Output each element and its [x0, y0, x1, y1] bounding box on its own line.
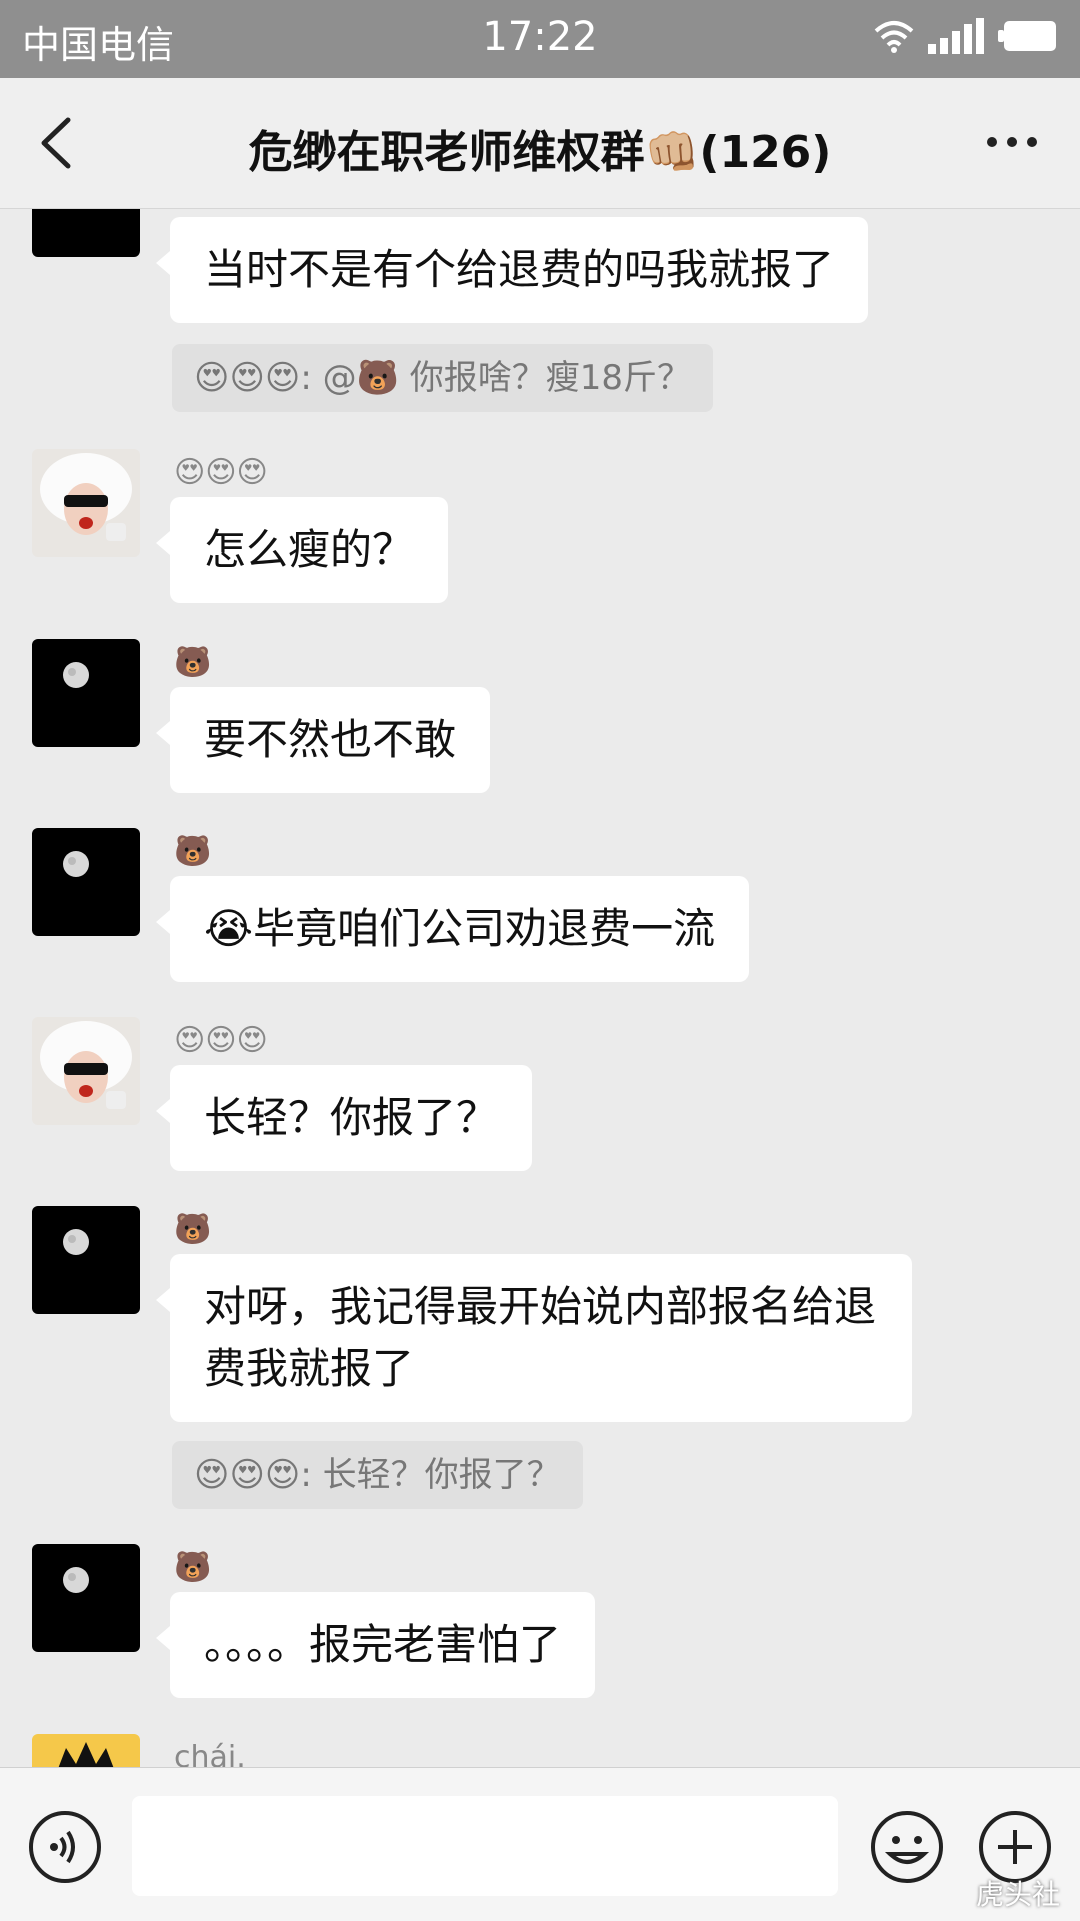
- girl-avatar[interactable]: [32, 449, 140, 557]
- message-input[interactable]: [132, 1796, 838, 1896]
- signal-icon: [928, 18, 984, 54]
- moon-avatar[interactable]: [32, 1544, 140, 1652]
- quoted-reply[interactable]: 😍😍😍: @🐻 你报啥？瘦18斤？: [172, 344, 714, 412]
- voice-icon[interactable]: [28, 1810, 102, 1884]
- quote-text: 长轻？你报了？: [322, 1455, 561, 1495]
- message-bubble[interactable]: 当时不是有个给退费的吗我就报了: [155, 217, 869, 323]
- status-icons: [874, 18, 1058, 54]
- cartoon-avatar[interactable]: [32, 1734, 140, 1767]
- moon-avatar[interactable]: [32, 639, 140, 747]
- watermark: 虎头社: [975, 1878, 1060, 1911]
- quote-separator: :: [300, 358, 323, 398]
- girl-avatar[interactable]: [32, 1017, 140, 1125]
- quote-sender: 😍😍😍: [194, 358, 301, 398]
- quote-separator: :: [300, 1455, 323, 1495]
- sender-name: 🐻: [174, 834, 212, 869]
- status-bar: 中国电信 17:22: [0, 0, 1080, 78]
- message-list[interactable]: 🐻 当时不是有个给退费的吗我就报了 😍😍😍: @🐻 你报啥？瘦18斤？ 😍😍😍 …: [0, 209, 1080, 1767]
- message-bubble[interactable]: 对呀，我记得最开始说内部报名给退费我就报了: [156, 1254, 912, 1422]
- quoted-reply[interactable]: 😍😍😍: 长轻？你报了？: [172, 1441, 583, 1509]
- message-bubble[interactable]: 怎么瘦的？: [155, 497, 449, 603]
- sender-name: 😍😍😍: [174, 455, 268, 490]
- moon-avatar[interactable]: [32, 1206, 140, 1314]
- message-bubble[interactable]: 😭毕竟咱们公司劝退费一流: [155, 876, 750, 982]
- wifi-icon: [874, 21, 914, 53]
- chat-title: 危缈在职老师维权群👊🏼(126): [248, 127, 832, 178]
- sender-name: chái.: [174, 1740, 246, 1767]
- quote-sender: 😍😍😍: [194, 1455, 301, 1495]
- message-bubble[interactable]: 要不然也不敢: [155, 687, 491, 793]
- more-options-icon[interactable]: [984, 132, 1040, 152]
- sender-name: 🐻: [174, 645, 212, 680]
- emoji-icon[interactable]: [870, 1810, 944, 1884]
- chat-header: 危缈在职老师维权群👊🏼(126): [0, 78, 1080, 209]
- sender-name: 😍😍😍: [174, 1023, 268, 1058]
- moon-avatar[interactable]: [32, 828, 140, 936]
- message-bubble[interactable]: 长轻？你报了？: [155, 1065, 533, 1171]
- quote-text: @🐻 你报啥？瘦18斤？: [322, 358, 692, 398]
- input-bar: 虎头社: [0, 1767, 1080, 1921]
- moon-avatar[interactable]: [32, 209, 140, 257]
- battery-icon: [998, 21, 1056, 51]
- sender-name: 🐻: [174, 1550, 212, 1585]
- message-bubble[interactable]: 。。。。报完老害怕了: [155, 1592, 596, 1698]
- sender-name: 🐻: [174, 1212, 212, 1247]
